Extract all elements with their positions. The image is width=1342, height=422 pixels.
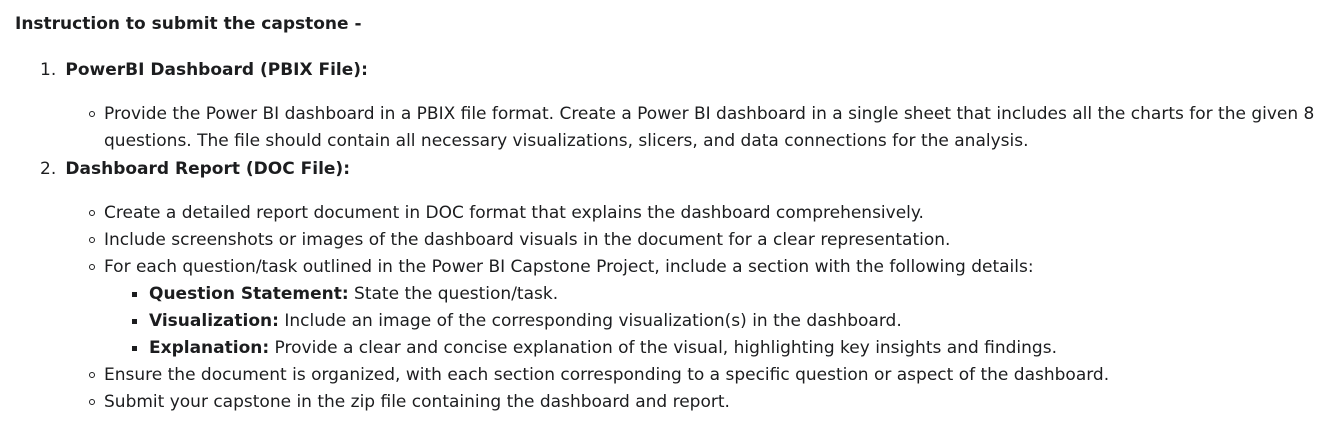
sub-bullet-label: Explanation: (149, 338, 270, 358)
circle-bullet-icon (89, 399, 95, 405)
bullet-text: Include screenshots or images of the das… (104, 230, 951, 250)
page-heading: Instruction to submit the capstone - (15, 14, 362, 34)
list-item-pbix: 1. PowerBI Dashboard (PBIX File): (40, 60, 368, 80)
circle-bullet-icon (89, 111, 95, 117)
item-number: 1. (40, 60, 57, 80)
sub-bullet-text: State the question/task. (348, 284, 559, 304)
square-bullet-icon (132, 292, 137, 297)
item-title: Dashboard Report (DOC File): (65, 159, 350, 179)
circle-bullet-icon (89, 237, 95, 243)
circle-bullet-icon (89, 372, 95, 378)
bullet-text: Create a detailed report document in DOC… (104, 203, 924, 223)
list-item-doc: 2. Dashboard Report (DOC File): (40, 159, 350, 179)
sub-bullet-text: Include an image of the corresponding vi… (278, 311, 902, 331)
circle-bullet-icon (89, 264, 95, 270)
square-bullet-icon (132, 319, 137, 324)
bullet-text: Submit your capstone in the zip file con… (104, 392, 730, 412)
item-title: PowerBI Dashboard (PBIX File): (65, 60, 368, 80)
sub-bullet-text: Provide a clear and concise explanation … (269, 338, 1057, 358)
bullet-text: Provide the Power BI dashboard in a PBIX… (104, 104, 1315, 151)
bullet-text: Ensure the document is organized, with e… (104, 365, 1110, 385)
square-bullet-icon (132, 346, 137, 351)
circle-bullet-icon (89, 210, 95, 216)
item-number: 2. (40, 159, 57, 179)
sub-bullet-label: Question Statement: (149, 284, 349, 304)
sub-bullet-label: Visualization: (149, 311, 279, 331)
bullet-text: For each question/task outlined in the P… (104, 257, 1034, 277)
